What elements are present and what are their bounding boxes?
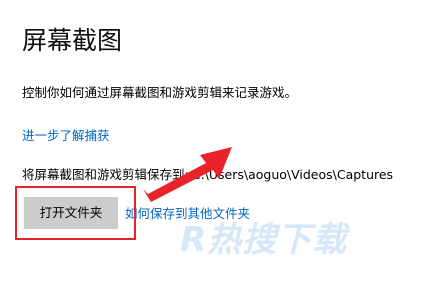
open-folder-button[interactable]: 打开文件夹 [24, 197, 118, 229]
save-location-row: 将屏幕截图和游戏剪辑保存到: C:\Users\aoguo\Videos\Capt… [22, 166, 393, 184]
description-text: 控制你如何通过屏幕截图和游戏剪辑来记录游戏。 [22, 85, 298, 100]
watermark-logo: R热搜下载 [180, 218, 347, 262]
screenshot-settings-page: 屏幕截图 控制你如何通过屏幕截图和游戏剪辑来记录游戏。 进一步了解捕获 将屏幕截… [0, 0, 448, 283]
learn-more-link[interactable]: 进一步了解捕获 [22, 127, 110, 145]
save-to-other-folder-link[interactable]: 如何保存到其他文件夹 [125, 205, 250, 223]
watermark-text: R热搜下载 [180, 220, 348, 260]
save-location-path: C:\Users\aoguo\Videos\Captures [191, 167, 394, 182]
page-title: 屏幕截图 [22, 26, 123, 55]
save-location-label: 将屏幕截图和游戏剪辑保存到: [22, 167, 189, 182]
